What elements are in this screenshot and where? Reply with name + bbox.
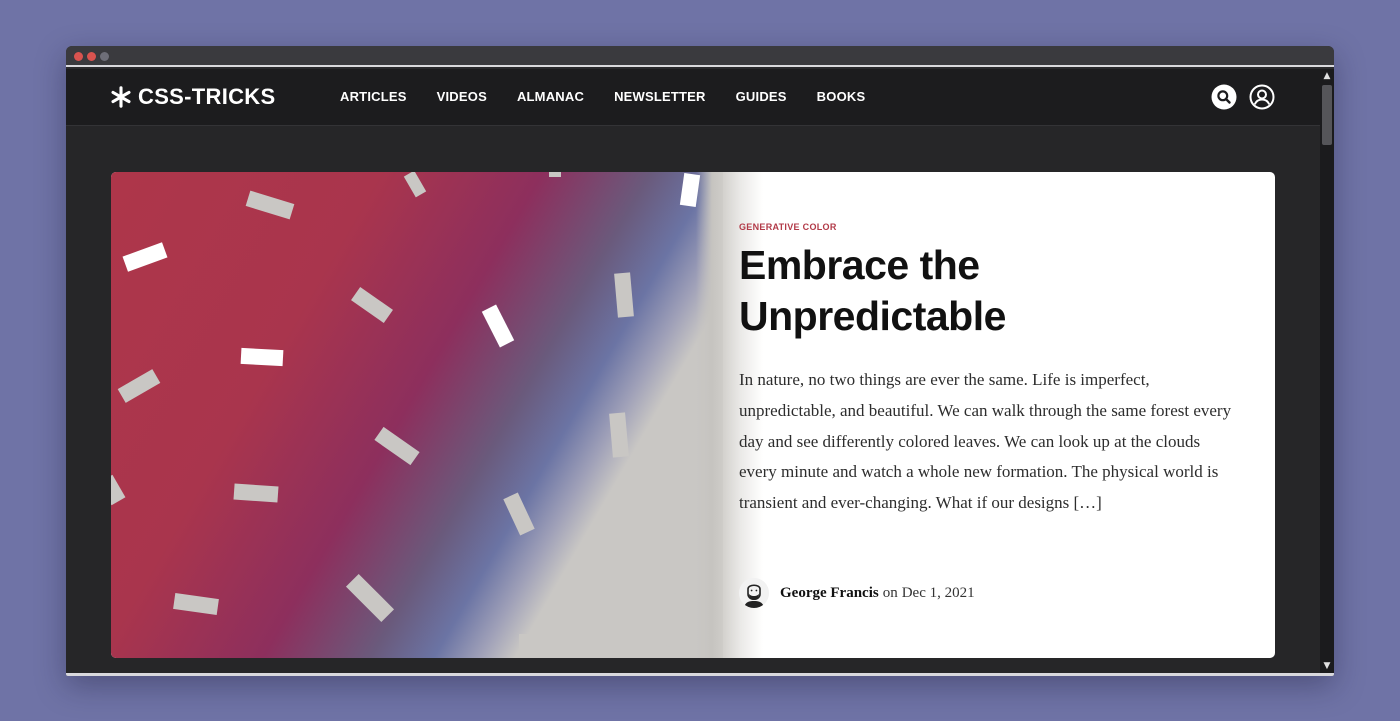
nav-almanac[interactable]: ALMANAC [517,89,584,104]
featured-article-card[interactable]: GENERATIVE COLOR Embrace the Unpredictab… [111,172,1275,658]
maximize-window-button[interactable] [100,52,109,61]
nav-videos[interactable]: VIDEOS [437,89,487,104]
scroll-down-arrow[interactable]: ▼ [1320,659,1334,673]
site-header: CSS-TRICKS ARTICLES VIDEOS ALMANAC NEWSL… [66,69,1320,126]
asterisk-icon [111,86,131,108]
author-name[interactable]: George Francis [780,585,879,602]
site-logo[interactable]: CSS-TRICKS [110,84,275,110]
nav-newsletter[interactable]: NEWSLETTER [614,89,706,104]
article-byline: George Francis on Dec 1, 2021 [739,578,975,608]
nav-books[interactable]: BOOKS [817,89,866,104]
scrollbar-thumb[interactable] [1322,85,1332,145]
nav-articles[interactable]: ARTICLES [340,89,407,104]
page-scrollbar[interactable]: ▲ ▼ [1320,69,1334,673]
search-icon [1211,84,1237,110]
confetti-pattern [111,172,701,658]
article-date: Dec 1, 2021 [901,584,975,601]
window-bottom-edge [66,673,1334,676]
avatar-portrait [739,578,769,608]
page-viewport: CSS-TRICKS ARTICLES VIDEOS ALMANAC NEWSL… [66,69,1320,673]
article-category[interactable]: GENERATIVE COLOR [739,222,837,232]
account-button[interactable] [1249,84,1275,110]
main-nav: ARTICLES VIDEOS ALMANAC NEWSLETTER GUIDE… [340,89,865,104]
article-excerpt: In nature, no two things are ever the sa… [739,370,1232,513]
author-avatar[interactable] [739,578,769,608]
logo-text: CSS-TRICKS [138,84,276,109]
byline-connector: on [882,584,898,601]
user-icon [1249,84,1275,110]
close-window-button[interactable] [74,52,83,61]
minimize-window-button[interactable] [87,52,96,61]
search-button[interactable] [1211,84,1237,110]
window-titlebar [66,46,1334,67]
article-content: GENERATIVE COLOR Embrace the Unpredictab… [739,172,1259,658]
article-title[interactable]: Embrace the Unpredictable [739,240,1159,342]
browser-window: CSS-TRICKS ARTICLES VIDEOS ALMANAC NEWSL… [66,46,1334,676]
scroll-up-arrow[interactable]: ▲ [1320,69,1334,83]
nav-guides[interactable]: GUIDES [736,89,787,104]
